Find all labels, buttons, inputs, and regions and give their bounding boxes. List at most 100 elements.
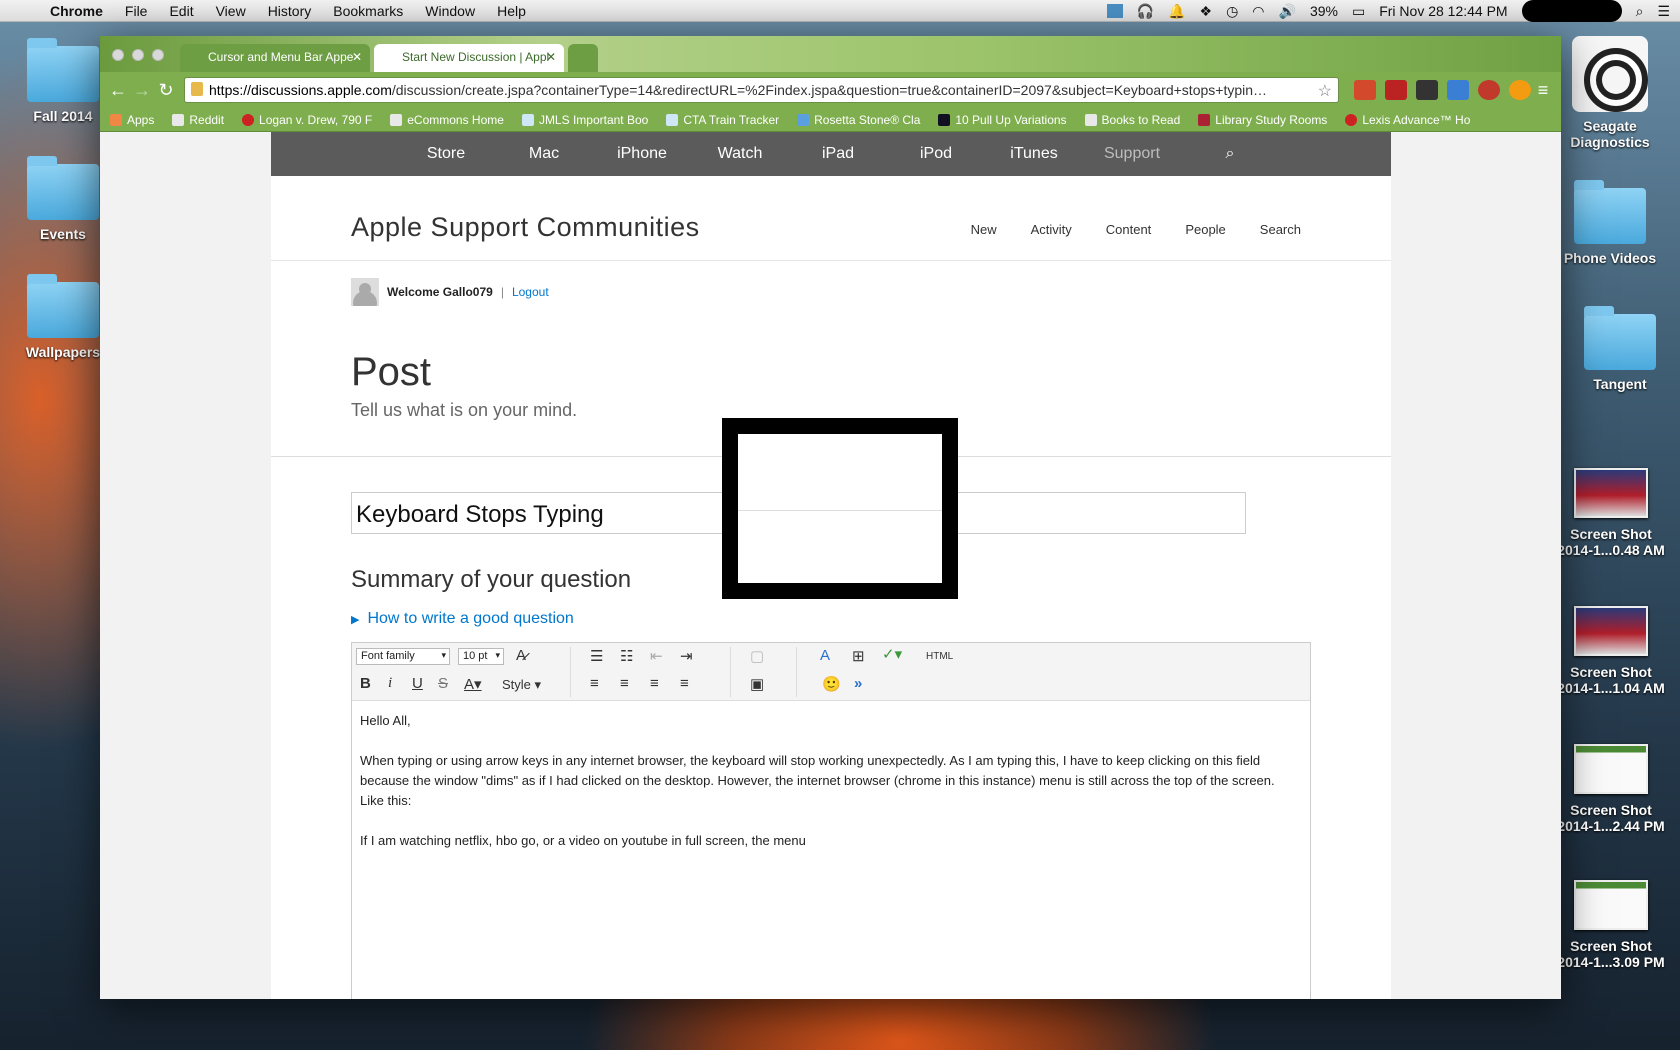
- bullet-list-icon[interactable]: ☰: [590, 647, 603, 665]
- wifi-icon[interactable]: ◠: [1252, 3, 1264, 20]
- reload-icon[interactable]: ↻: [154, 80, 178, 101]
- subnav-activity[interactable]: Activity: [1031, 222, 1072, 237]
- subnav-people[interactable]: People: [1185, 222, 1225, 237]
- dropbox-icon[interactable]: ❖: [1200, 3, 1213, 20]
- numbered-list-icon[interactable]: ☷: [620, 647, 633, 665]
- desktop-screenshot-2[interactable]: Screen Shot 2014-1...1.04 AM: [1556, 606, 1666, 696]
- bookmark-library[interactable]: Library Study Rooms: [1198, 113, 1327, 127]
- avatar[interactable]: [351, 278, 379, 306]
- nav-iphone[interactable]: iPhone: [593, 145, 691, 163]
- nav-mac[interactable]: Mac: [495, 145, 593, 163]
- bookmark-books[interactable]: Books to Read: [1084, 113, 1180, 127]
- font-family-select[interactable]: Font family: [356, 648, 450, 665]
- bold-icon[interactable]: B: [360, 675, 371, 692]
- font-size-select[interactable]: 10 pt: [458, 648, 504, 665]
- more-options-icon[interactable]: »: [854, 675, 862, 692]
- tab-start-new-discussion[interactable]: Start New Discussion | Appl ✕: [374, 44, 564, 72]
- bookmark-jmls[interactable]: JMLS Important Boo: [521, 113, 648, 127]
- style-dropdown[interactable]: Style ▾: [502, 677, 541, 693]
- clear-format-icon[interactable]: A̷: [516, 647, 526, 664]
- emoticon-icon[interactable]: 🙂: [822, 675, 841, 693]
- nav-watch[interactable]: Watch: [691, 145, 789, 163]
- subnav-search[interactable]: Search: [1260, 222, 1301, 237]
- bookmark-lexis[interactable]: Lexis Advance™ Ho: [1345, 113, 1470, 127]
- zoom-window-button[interactable]: [152, 49, 164, 61]
- justify-icon[interactable]: ≡: [680, 675, 689, 692]
- new-extension-icon[interactable]: [1385, 80, 1407, 100]
- notification-icon[interactable]: 🔔: [1168, 3, 1185, 20]
- search-icon[interactable]: ⌕: [1181, 145, 1279, 163]
- menu-bookmarks[interactable]: Bookmarks: [333, 3, 403, 19]
- time-machine-icon[interactable]: ◷: [1226, 3, 1238, 20]
- volume-icon[interactable]: 🔊: [1279, 3, 1296, 20]
- desktop-screenshot-1[interactable]: Screen Shot 2014-1...0.48 AM: [1556, 468, 1666, 558]
- menu-file[interactable]: File: [125, 3, 148, 19]
- text-color-icon[interactable]: A▾: [464, 675, 482, 693]
- desktop-app-seagate[interactable]: Seagate Diagnostics: [1555, 36, 1665, 150]
- close-window-button[interactable]: [112, 49, 124, 61]
- tab-cursor-menu-bar[interactable]: Cursor and Menu Bar Appe ✕: [180, 44, 370, 72]
- logout-link[interactable]: Logout: [512, 285, 549, 299]
- html-button[interactable]: HTML: [926, 651, 953, 662]
- desktop-screenshot-3[interactable]: Screen Shot 2014-1...2.44 PM: [1556, 744, 1666, 834]
- community-title[interactable]: Apple Support Communities: [351, 212, 700, 243]
- menu-app-chrome[interactable]: Chrome: [50, 3, 103, 19]
- desktop-screenshot-4[interactable]: Screen Shot 2014-1...3.09 PM: [1556, 880, 1666, 970]
- bookmark-logan[interactable]: Logan v. Drew, 790 F: [242, 113, 372, 127]
- bookmark-reddit[interactable]: Reddit: [172, 113, 224, 127]
- close-tab-icon[interactable]: ✕: [546, 50, 556, 64]
- spotlight-icon[interactable]: ⌕: [1636, 3, 1644, 20]
- extension-icon[interactable]: [1354, 80, 1376, 100]
- nav-store[interactable]: Store: [397, 145, 495, 163]
- bookmark-star-icon[interactable]: ☆: [1318, 81, 1332, 101]
- find-replace-icon[interactable]: A: [820, 647, 830, 664]
- subnav-new[interactable]: New: [971, 222, 997, 237]
- insert-image-icon[interactable]: ▣: [750, 675, 764, 693]
- bookmark-pullups[interactable]: 10 Pull Up Variations: [938, 113, 1067, 127]
- close-tab-icon[interactable]: ✕: [352, 50, 362, 64]
- display-icon[interactable]: [1106, 4, 1123, 18]
- nav-ipad[interactable]: iPad: [789, 145, 887, 163]
- bookmark-apps[interactable]: Apps: [110, 113, 154, 127]
- adblock-icon[interactable]: [1478, 80, 1500, 100]
- nav-itunes[interactable]: iTunes: [985, 145, 1083, 163]
- menu-edit[interactable]: Edit: [169, 3, 193, 19]
- battery-icon[interactable]: ▭: [1352, 3, 1365, 20]
- nav-ipod[interactable]: iPod: [887, 145, 985, 163]
- chrome-menu-icon[interactable]: ≡: [1531, 80, 1555, 101]
- table-icon[interactable]: ⊞: [852, 647, 865, 665]
- battery-percent[interactable]: 39%: [1310, 3, 1338, 19]
- indent-icon[interactable]: ⇥: [680, 647, 693, 665]
- align-center-icon[interactable]: ≡: [620, 675, 629, 692]
- notification-center-icon[interactable]: ☰: [1657, 3, 1670, 20]
- translate-icon[interactable]: [1447, 80, 1469, 100]
- new-tab-button[interactable]: [568, 44, 598, 72]
- menu-window[interactable]: Window: [425, 3, 475, 19]
- italic-icon[interactable]: i: [388, 675, 392, 692]
- extension-icon[interactable]: [1416, 80, 1438, 100]
- align-left-icon[interactable]: ≡: [590, 675, 599, 692]
- menu-view[interactable]: View: [216, 3, 246, 19]
- how-to-link[interactable]: ▶ How to write a good question: [351, 610, 574, 628]
- nav-support[interactable]: Support: [1083, 145, 1181, 163]
- strikethrough-icon[interactable]: S: [438, 675, 448, 692]
- bookmark-ecommons[interactable]: eCommons Home: [390, 113, 504, 127]
- desktop-folder-tangent[interactable]: Tangent: [1565, 306, 1675, 392]
- subnav-content[interactable]: Content: [1106, 222, 1152, 237]
- align-right-icon[interactable]: ≡: [650, 675, 659, 692]
- minimize-window-button[interactable]: [132, 49, 144, 61]
- forward-icon[interactable]: →: [130, 80, 154, 101]
- back-icon[interactable]: ←: [106, 80, 130, 101]
- headphones-icon[interactable]: 🎧: [1137, 3, 1154, 20]
- menu-help[interactable]: Help: [497, 3, 526, 19]
- clock[interactable]: Fri Nov 28 12:44 PM: [1379, 3, 1507, 19]
- spellcheck-icon[interactable]: ✓▾: [882, 645, 902, 663]
- menu-history[interactable]: History: [268, 3, 312, 19]
- editor-body[interactable]: Hello All, When typing or using arrow ke…: [352, 701, 1310, 861]
- underline-icon[interactable]: U: [412, 675, 423, 692]
- media-icon[interactable]: ▢: [750, 647, 764, 665]
- extension-icon[interactable]: [1509, 80, 1531, 100]
- bookmark-cta[interactable]: CTA Train Tracker: [666, 113, 779, 127]
- address-bar[interactable]: https://discussions.apple.com/discussion…: [184, 77, 1339, 103]
- bookmark-rosetta[interactable]: Rosetta Stone® Cla: [797, 113, 920, 127]
